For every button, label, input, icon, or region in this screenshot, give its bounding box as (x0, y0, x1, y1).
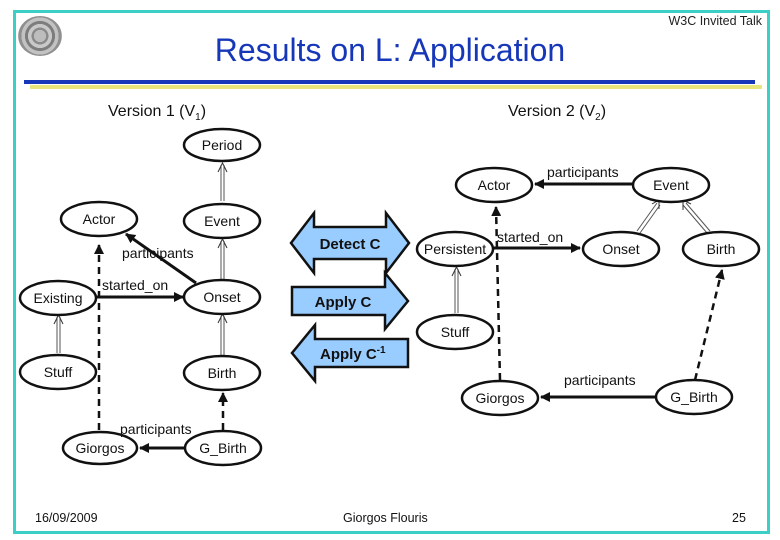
v2-node-birth: Birth (681, 230, 761, 268)
detect-c-button[interactable]: Detect C (289, 209, 411, 277)
v1-node-event: Event (182, 202, 262, 240)
v2-node-persistent: Persistent (415, 230, 495, 268)
v2-subclass-onset-event (636, 199, 661, 234)
page-number: 25 (732, 511, 746, 525)
v2-node-actor: Actor (454, 166, 534, 204)
v1-subclass-onset-event (217, 237, 228, 279)
v1-subclass-stuff-existing (53, 313, 64, 353)
v2-node-g-birth: G_Birth (654, 378, 734, 416)
v1-label-participants-1: participants (122, 245, 194, 261)
v1-node-period: Period (182, 127, 262, 163)
v1-node-birth-label: Birth (208, 365, 237, 381)
apply-c-inverse-text: Apply C (320, 346, 377, 363)
v2-node-onset: Onset (581, 230, 661, 268)
v1-node-actor-label: Actor (83, 211, 116, 227)
v1-node-stuff-label: Stuff (44, 364, 73, 380)
v2-node-actor-label: Actor (478, 177, 511, 193)
v1-node-event-label: Event (204, 213, 240, 229)
v2-node-event-label: Event (653, 177, 689, 193)
v2-node-event: Event (631, 166, 711, 204)
apply-c-button[interactable]: Apply C (290, 269, 410, 333)
v2-subclass-stuff-persistent (451, 265, 462, 313)
v1-subclass-birth-onset (217, 312, 228, 355)
v2-label-participants-2: participants (564, 372, 636, 388)
apply-c-inverse-button[interactable]: Apply C-1 (290, 321, 410, 385)
v2-node-onset-label: Onset (602, 241, 639, 257)
v1-node-onset: Onset (182, 278, 262, 316)
v1-node-stuff: Stuff (18, 353, 98, 391)
v2-node-birth-label: Birth (707, 241, 736, 257)
apply-c-inverse-label: Apply C-1 (320, 345, 386, 363)
v1-node-onset-label: Onset (203, 289, 240, 305)
v1-node-giorgos-label: Giorgos (75, 440, 124, 456)
v1-node-g-birth-label: G_Birth (199, 440, 246, 456)
apply-c-inverse-superscript: -1 (377, 345, 386, 356)
v1-node-period-label: Period (202, 137, 242, 153)
v1-node-g-birth: G_Birth (183, 429, 263, 467)
v2-node-g-birth-label: G_Birth (670, 389, 717, 405)
v1-subclass-event-period (217, 161, 228, 201)
v1-node-actor: Actor (59, 200, 139, 238)
v2-instance-gbirth-birth (693, 269, 725, 381)
footer-date: 16/09/2009 (35, 511, 98, 525)
v2-node-stuff: Stuff (415, 313, 495, 351)
v1-node-existing: Existing (18, 279, 98, 317)
v1-label-participants-2: participants (120, 421, 192, 437)
apply-c-label: Apply C (315, 294, 372, 311)
v2-node-giorgos: Giorgos (460, 379, 540, 417)
schema-diagram: Period Actor Event Existing Onset Stuff … (18, 127, 761, 467)
detect-c-label: Detect C (320, 236, 381, 253)
v2-label-started-on: started_on (497, 229, 563, 245)
v2-node-persistent-label: Persistent (424, 241, 486, 257)
v2-node-stuff-label: Stuff (441, 324, 470, 340)
v1-label-started-on: started_on (102, 277, 168, 293)
footer-author: Giorgos Flouris (343, 511, 428, 525)
v2-node-giorgos-label: Giorgos (475, 390, 524, 406)
v2-subclass-birth-event (682, 199, 711, 234)
v1-node-existing-label: Existing (33, 290, 82, 306)
v1-node-birth: Birth (182, 354, 262, 392)
v2-label-participants-1: participants (547, 164, 619, 180)
